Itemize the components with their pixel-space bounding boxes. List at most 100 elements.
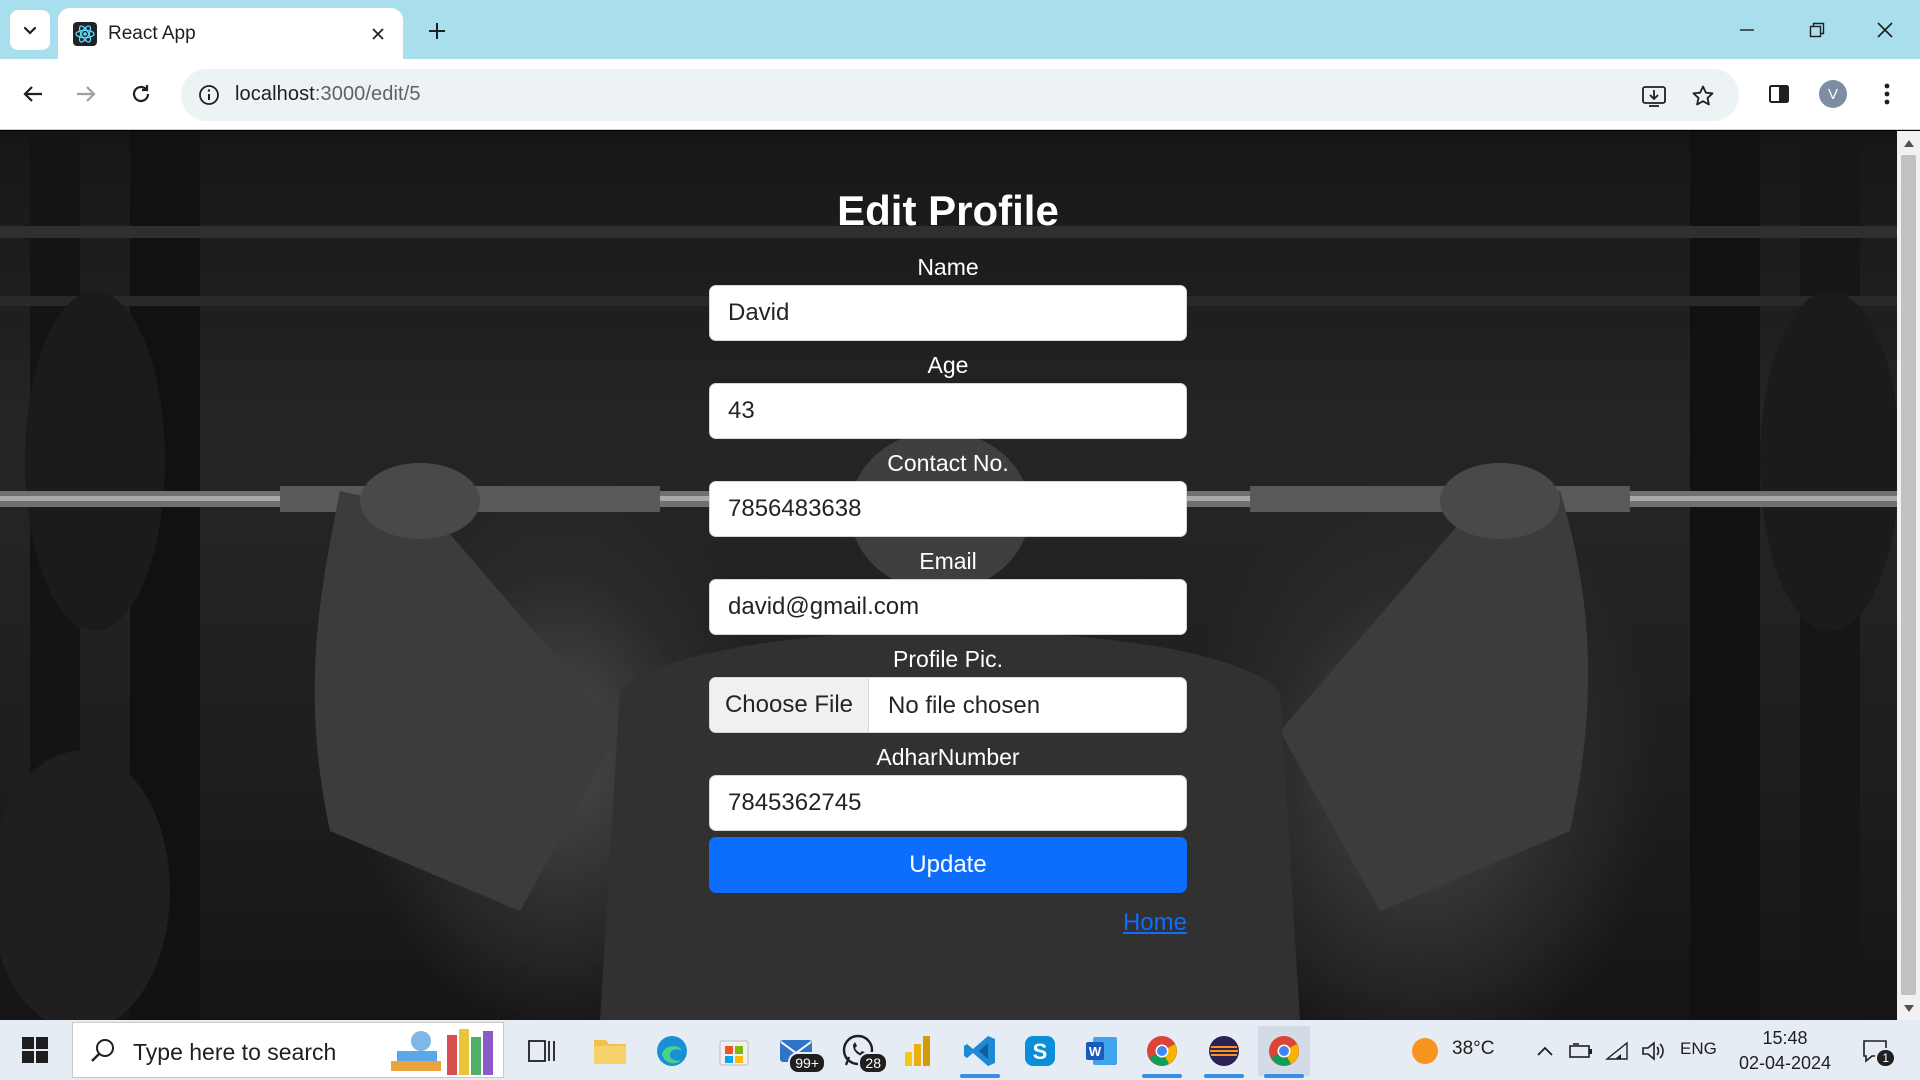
taskbar-chrome-profile[interactable] [1258,1026,1310,1078]
adhar-field[interactable] [709,775,1187,831]
side-panel-icon [1769,85,1789,103]
taskbar-clock[interactable]: 15:48 02-04-2024 [1730,1026,1840,1076]
install-app-button[interactable] [1637,79,1671,113]
taskbar-eclipse[interactable] [1198,1026,1250,1078]
contact-label: Contact No. [887,450,1009,476]
show-hidden-icons-button[interactable] [1532,1038,1558,1064]
folder-icon [594,1040,626,1064]
page-title: Edit Profile [837,187,1059,234]
update-button[interactable]: Update [709,837,1187,893]
restore-button[interactable] [1794,8,1840,52]
forward-button[interactable] [65,73,107,115]
scroll-up-arrow[interactable] [1902,137,1915,149]
chrome-icon [1269,1036,1299,1066]
taskbar-word[interactable]: W [1076,1026,1128,1076]
scroll-down-arrow[interactable] [1902,1002,1915,1014]
restore-icon [1809,22,1825,38]
star-icon [1692,85,1714,106]
svg-text:S: S [1033,1039,1048,1064]
bookmark-button[interactable] [1686,79,1720,113]
file-status-text: No file chosen [888,692,1041,719]
whatsapp-badge: 28 [858,1052,888,1074]
home-link[interactable]: Home [1123,909,1187,937]
age-field[interactable] [709,383,1187,439]
tab-close-button[interactable] [365,21,391,47]
profile-button[interactable]: V [1812,73,1854,115]
plus-icon [429,23,445,39]
weather-temperature[interactable]: 38°C [1452,1038,1494,1060]
adhar-label: AdharNumber [876,744,1020,770]
scroll-thumb[interactable] [1901,155,1916,995]
search-highlight-books-icon [391,1029,493,1075]
search-icon [91,1039,114,1062]
start-button[interactable] [12,1034,58,1066]
windows-logo-icon [22,1037,48,1063]
reload-icon [132,85,150,103]
tab-title: React App [108,23,196,44]
volume-tray-button[interactable] [1640,1038,1666,1064]
skype-icon: S [1025,1036,1055,1066]
more-vertical-icon [1884,83,1890,105]
weather-widget[interactable] [1408,1038,1442,1064]
email-field[interactable] [709,579,1187,635]
browser-menu-button[interactable] [1866,73,1908,115]
tab-search-button[interactable] [10,10,50,50]
age-label: Age [927,352,969,378]
close-icon [372,28,384,40]
word-icon: W [1086,1037,1117,1065]
store-icon [719,1040,749,1066]
taskbar-search-box[interactable]: Type here to search [72,1022,504,1078]
name-label: Name [917,254,979,280]
side-panel-button[interactable] [1758,73,1800,115]
window-close-button[interactable] [1862,8,1908,52]
site-info-button[interactable] [195,81,223,109]
mail-badge: 99+ [788,1052,826,1074]
address-bar[interactable]: localhost:3000/edit/5 [181,69,1739,121]
browser-tab-strip: React App [0,0,1920,59]
clock-time: 15:48 [1762,1028,1808,1048]
taskbar-file-explorer[interactable] [584,1026,636,1076]
input-language[interactable]: ENG [1680,1039,1717,1059]
vscode-icon [964,1036,995,1066]
wifi-icon [1605,1041,1628,1060]
back-button[interactable] [12,73,54,115]
browser-toolbar: localhost:3000/edit/5 V [0,59,1920,130]
taskbar-power-bi[interactable] [892,1026,944,1076]
chevron-down-icon [23,26,37,35]
arrow-right-icon [77,86,96,102]
taskbar-mail[interactable]: 99+ [770,1026,826,1076]
task-view-button[interactable] [516,1026,568,1076]
contact-field[interactable] [709,481,1187,537]
edge-icon [657,1036,687,1066]
url-host: localhost [235,83,315,105]
taskbar-whatsapp[interactable]: 28 [832,1026,888,1076]
profile-pic-file-input[interactable]: Choose File No file chosen [709,677,1187,733]
eclipse-icon [1209,1036,1239,1066]
svg-text:W: W [1089,1044,1102,1059]
taskbar-skype[interactable]: S [1014,1026,1066,1076]
arrow-left-icon [23,86,42,102]
close-icon [1877,22,1893,38]
choose-file-button[interactable]: Choose File [710,678,869,732]
info-icon [199,85,219,105]
new-tab-button[interactable] [420,14,454,48]
network-tray-button[interactable] [1604,1038,1630,1064]
taskbar-ms-store[interactable] [708,1026,760,1076]
minimize-button[interactable] [1724,8,1770,52]
sun-icon [1412,1038,1438,1064]
profile-pic-label: Profile Pic. [893,646,1003,672]
taskbar-vscode[interactable] [954,1026,1006,1078]
chrome-icon [1147,1036,1177,1066]
browser-tab[interactable]: React App [58,8,403,59]
taskbar-chrome[interactable] [1136,1026,1188,1078]
name-field[interactable] [709,285,1187,341]
react-logo-icon [73,22,97,46]
notifications-button[interactable]: 1 [1858,1038,1896,1068]
url-path: :3000/edit/5 [314,83,421,105]
reload-button[interactable] [120,73,162,115]
speaker-icon [1642,1041,1664,1061]
taskbar-edge[interactable] [646,1026,698,1076]
battery-tray-button[interactable] [1568,1038,1594,1064]
email-label: Email [919,548,977,574]
page-scrollbar[interactable] [1897,131,1920,1020]
